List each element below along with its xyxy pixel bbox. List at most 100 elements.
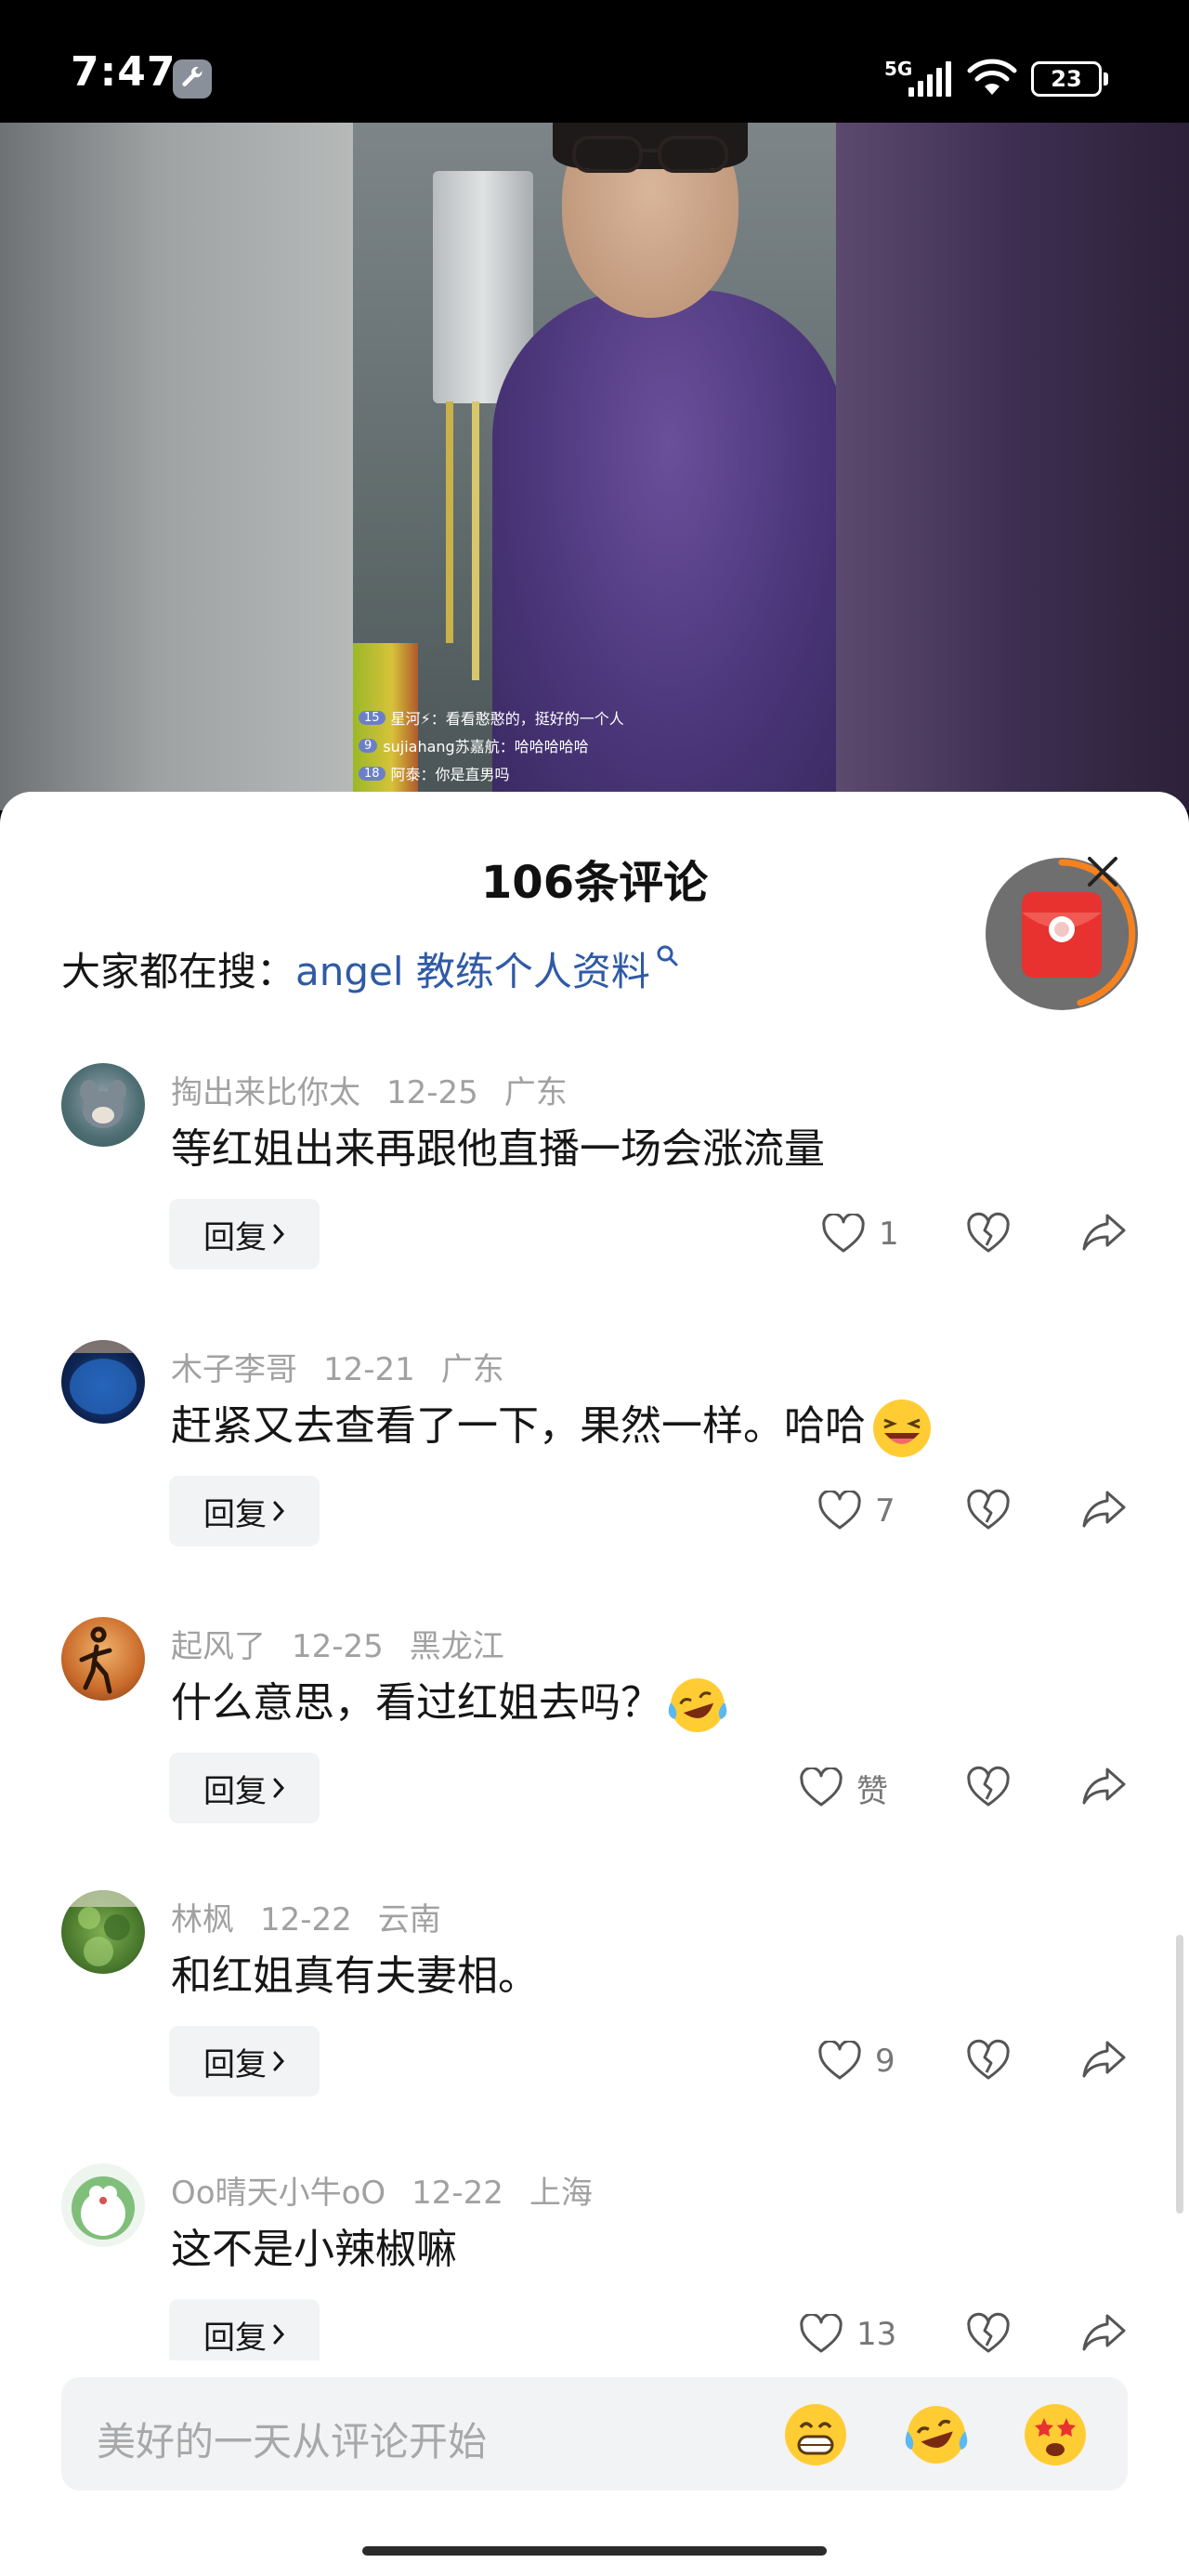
star-struck-emoji-icon[interactable]	[1022, 2401, 1089, 2468]
live-chat-message: 15 星河⚡：看看憨憨的，挺好的一个人	[359, 703, 624, 731]
live-chat-overlay: 15 星河⚡：看看憨憨的，挺好的一个人 9 sujiahang苏嘉航：哈哈哈哈哈…	[359, 703, 624, 787]
like-button[interactable]: 9	[817, 2033, 895, 2089]
live-chat-text: 阿泰：你是直男吗	[390, 766, 510, 783]
reply-button[interactable]: 回复	[169, 1476, 320, 1546]
live-chat-message: 18 阿泰：你是直男吗	[359, 759, 624, 787]
reply-button[interactable]: 回复	[169, 2026, 320, 2096]
reply-button[interactable]: 回复	[169, 1199, 320, 1269]
comment-date: 12-25	[386, 1074, 478, 1111]
battery-level: 23	[1051, 66, 1082, 92]
trending-search: 大家都在搜：angel 教练个人资料	[61, 940, 680, 997]
heart-icon	[818, 1491, 861, 1530]
fan-badge: 18	[359, 766, 385, 781]
broken-heart-icon[interactable]	[966, 1212, 1011, 1255]
comment-username[interactable]: Oo晴天小牛oO	[171, 2175, 385, 2212]
comment-username[interactable]: 木子李哥	[171, 1351, 297, 1388]
like-count: 7	[875, 1492, 895, 1530]
pipe	[472, 401, 479, 680]
laughing-tears-emoji-icon[interactable]	[903, 2401, 970, 2468]
chevron-right-icon	[273, 1501, 285, 1521]
live-chat-message: 9 sujiahang苏嘉航：哈哈哈哈哈	[359, 731, 624, 759]
battery-tip	[1104, 72, 1108, 85]
comment-text-content: 什么意思，看过红姐去吗？	[171, 1679, 661, 1727]
comment-date: 12-22	[412, 2175, 503, 2212]
reply-button[interactable]: 回复	[169, 1753, 320, 1823]
comment-location: 云南	[377, 1901, 441, 1939]
home-indicator[interactable]	[362, 2546, 827, 2556]
comment-date: 12-21	[323, 1351, 415, 1388]
like-button[interactable]: 13	[799, 2307, 896, 2360]
share-icon[interactable]	[1081, 1212, 1128, 1253]
comment-input-placeholder: 美好的一天从评论开始	[97, 2419, 488, 2464]
reply-label: 回复	[203, 2319, 267, 2357]
broken-heart-icon[interactable]	[966, 1766, 1011, 1808]
status-bar: 7:47 5G 23	[0, 0, 1189, 123]
comment-username[interactable]: 掏出来比你太	[171, 1074, 360, 1111]
avatar[interactable]	[61, 1063, 145, 1147]
search-prefix: 大家都在搜：	[61, 949, 296, 994]
comment-text: 赶紧又去查看了一下，果然一样。哈哈	[171, 1392, 933, 1459]
live-video[interactable]: 15 星河⚡：看看憨憨的，挺好的一个人 9 sujiahang苏嘉航：哈哈哈哈哈…	[0, 123, 1189, 810]
like-count: 赞	[856, 1772, 888, 1810]
search-icon	[657, 945, 678, 966]
broken-heart-icon[interactable]	[966, 1489, 1011, 1531]
fan-badge: 9	[359, 738, 378, 753]
broken-heart-icon[interactable]	[966, 2039, 1011, 2082]
like-button[interactable]: 1	[821, 1206, 899, 1262]
share-icon[interactable]	[1081, 2312, 1128, 2353]
glasses	[572, 136, 728, 173]
fan-badge: 15	[359, 710, 385, 725]
search-link[interactable]: angel 教练个人资料	[295, 949, 650, 994]
avatar[interactable]	[61, 2163, 145, 2247]
comment-meta: 起风了 12-25 黑龙江	[171, 1621, 530, 1666]
scrollbar[interactable]	[1176, 1935, 1183, 2214]
live-chat-text: 星河⚡：看看憨憨的，挺好的一个人	[390, 710, 624, 728]
comment-username[interactable]: 林枫	[171, 1901, 234, 1939]
comment-location: 黑龙江	[409, 1628, 504, 1665]
video-frame: 15 星河⚡：看看憨憨的，挺好的一个人 9 sujiahang苏嘉航：哈哈哈哈哈…	[353, 123, 836, 810]
comment-meta: 木子李哥 12-21 广东	[171, 1344, 530, 1389]
signal-icon	[908, 61, 951, 97]
pipe	[446, 401, 453, 643]
grinning-emoji-icon	[873, 1400, 931, 1457]
comment-text: 什么意思，看过红姐去吗？	[171, 1669, 728, 1736]
reply-label: 回复	[203, 2045, 267, 2083]
avatar[interactable]	[61, 1617, 145, 1701]
share-icon[interactable]	[1081, 2039, 1128, 2080]
avatar[interactable]	[61, 1890, 145, 1974]
comment-item: 起风了 12-25 黑龙江 什么意思，看过红姐去吗？ 回复 赞	[0, 1617, 1189, 1886]
heart-icon	[822, 1214, 865, 1253]
reply-button[interactable]: 回复	[169, 2299, 320, 2360]
reply-label: 回复	[203, 1772, 267, 1810]
heart-icon	[800, 1768, 843, 1807]
comment-location: 广东	[440, 1351, 504, 1388]
comment-text: 等红姐出来再跟他直播一场会涨流量	[171, 1125, 825, 1173]
live-chat-text: sujiahang苏嘉航：哈哈哈哈哈	[383, 738, 589, 756]
comment-item: 木子李哥 12-21 广东 赶紧又去查看了一下，果然一样。哈哈 回复 7	[0, 1340, 1189, 1610]
battery-icon: 23	[1031, 61, 1102, 97]
comment-username[interactable]: 起风了	[171, 1628, 266, 1665]
close-icon[interactable]	[1082, 851, 1123, 892]
share-icon[interactable]	[1081, 1489, 1128, 1530]
comment-location: 上海	[529, 2175, 593, 2212]
like-button[interactable]: 7	[817, 1483, 895, 1539]
like-button[interactable]: 赞	[799, 1760, 888, 1816]
comment-sheet: 106条评论 大家都在搜：angel 教练个人资料 掏出来比你太 12-25 广东 …	[0, 792, 1189, 2576]
avatar[interactable]	[61, 1340, 145, 1424]
chevron-right-icon	[273, 2324, 285, 2345]
comment-date: 12-25	[292, 1628, 384, 1665]
comment-item: 掏出来比你太 12-25 广东 等红姐出来再跟他直播一场会涨流量 回复 1	[0, 1063, 1189, 1333]
comment-input[interactable]: 美好的一天从评论开始	[61, 2377, 1128, 2491]
grin-emoji-icon[interactable]	[782, 2401, 849, 2468]
share-icon[interactable]	[1081, 1766, 1128, 1807]
broken-heart-icon[interactable]	[966, 2312, 1011, 2355]
comment-text-content: 赶紧又去查看了一下，果然一样。哈哈	[171, 1402, 866, 1450]
comment-date: 12-22	[260, 1901, 352, 1939]
chevron-right-icon	[273, 1778, 285, 1798]
video-blur-left	[0, 123, 353, 810]
chevron-right-icon	[273, 2051, 285, 2071]
comment-item: Oo晴天小牛oO 12-22 上海 这不是小辣椒嘛 回复 13	[0, 2163, 1189, 2360]
comment-location: 广东	[503, 1074, 568, 1111]
comment-text: 这不是小辣椒嘛	[171, 2226, 457, 2273]
reply-label: 回复	[203, 1495, 267, 1533]
